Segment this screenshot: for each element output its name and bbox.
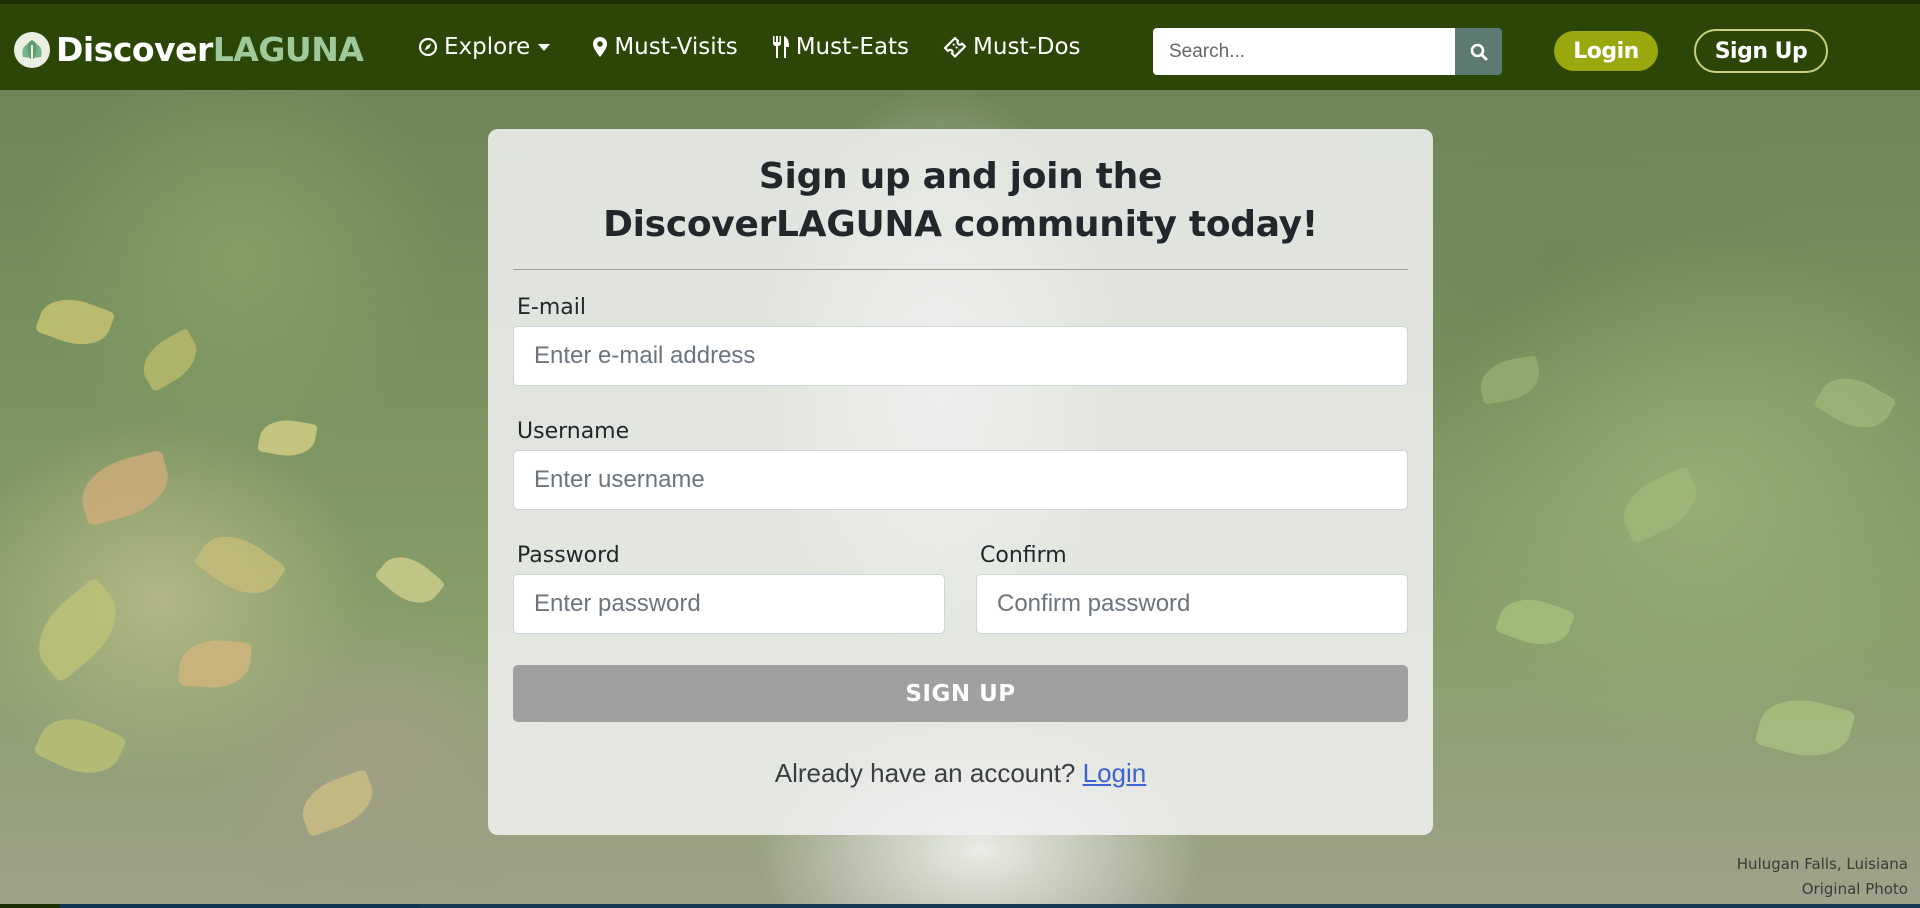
password-field[interactable] bbox=[513, 574, 945, 634]
brand-name: DiscoverLAGUNA bbox=[56, 30, 364, 69]
login-link[interactable]: Login bbox=[1083, 758, 1147, 788]
username-label: Username bbox=[517, 419, 630, 444]
password-group: Password bbox=[513, 543, 945, 634]
ticket-icon bbox=[943, 36, 967, 58]
confirm-group: Confirm bbox=[976, 543, 1408, 634]
password-row: Password Confirm bbox=[513, 543, 1408, 634]
nav-links: Explore Must-Visits Must-Eats Must-Dos bbox=[418, 34, 1115, 60]
login-button[interactable]: Login bbox=[1554, 31, 1658, 71]
utensils-icon bbox=[772, 36, 789, 58]
nav-must-eats-label: Must-Eats bbox=[795, 34, 910, 60]
login-prompt: Already have an account? Login bbox=[513, 758, 1408, 789]
photo-caption: Hulugan Falls, Luisiana Original Photo bbox=[1737, 852, 1908, 902]
signup-title: Sign up and join the DiscoverLAGUNA comm… bbox=[603, 156, 1318, 245]
email-label: E-mail bbox=[517, 295, 586, 320]
photo-caption-credit: Original Photo bbox=[1801, 880, 1908, 898]
nav-must-dos[interactable]: Must-Dos bbox=[943, 34, 1081, 60]
compass-icon bbox=[418, 37, 438, 57]
signup-button[interactable]: Sign Up bbox=[1694, 29, 1828, 73]
confirm-label: Confirm bbox=[980, 543, 1067, 568]
map-pin-icon bbox=[593, 37, 608, 57]
search-icon bbox=[1470, 43, 1487, 60]
search-input[interactable] bbox=[1153, 28, 1455, 75]
brand-logo-link[interactable]: DiscoverLAGUNA bbox=[14, 30, 364, 69]
nav-explore-dropdown[interactable]: Explore bbox=[418, 34, 558, 60]
title-divider bbox=[513, 269, 1408, 270]
username-field[interactable] bbox=[513, 450, 1408, 510]
nav-must-visits-label: Must-Visits bbox=[614, 34, 738, 60]
username-group: Username bbox=[513, 419, 1408, 510]
brand-name-discover: Discover bbox=[56, 30, 213, 69]
nav-must-visits[interactable]: Must-Visits bbox=[592, 34, 738, 60]
login-prompt-text: Already have an account? bbox=[774, 758, 1076, 788]
confirm-password-field[interactable] bbox=[976, 574, 1408, 634]
photo-caption-location: Hulugan Falls, Luisiana bbox=[1736, 855, 1908, 873]
nav-explore-label: Explore bbox=[444, 34, 531, 60]
password-label: Password bbox=[517, 543, 620, 568]
email-field[interactable] bbox=[513, 326, 1408, 386]
nav-must-dos-label: Must-Dos bbox=[973, 34, 1081, 60]
signup-card: Sign up and join the DiscoverLAGUNA comm… bbox=[488, 129, 1433, 835]
top-navbar: DiscoverLAGUNA Explore Must-Visits Must-… bbox=[0, 0, 1920, 90]
signup-submit-button[interactable]: SIGN UP bbox=[513, 665, 1408, 722]
leaf-logo-icon bbox=[14, 31, 50, 68]
brand-name-laguna: LAGUNA bbox=[212, 30, 364, 69]
search-form bbox=[1153, 28, 1502, 75]
bottom-edge-strip bbox=[0, 904, 1920, 908]
caret-down-icon bbox=[538, 44, 551, 51]
nav-must-eats[interactable]: Must-Eats bbox=[772, 34, 909, 60]
search-button[interactable] bbox=[1455, 28, 1502, 75]
email-group: E-mail bbox=[513, 295, 1408, 386]
